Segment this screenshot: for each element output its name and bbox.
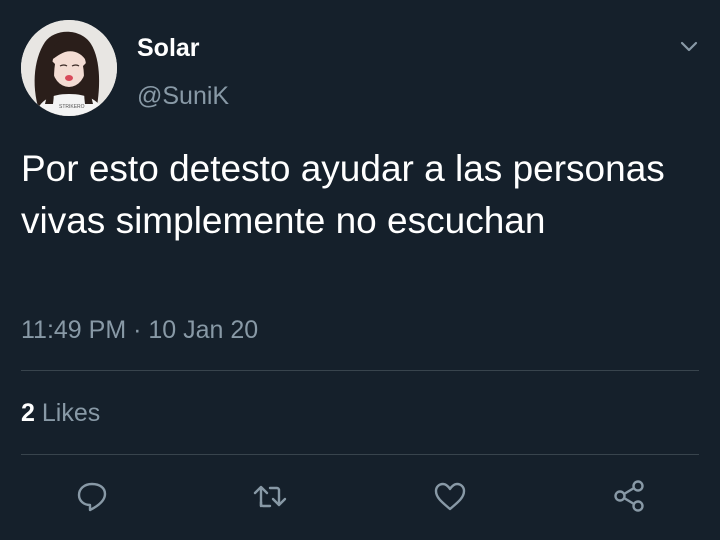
likes-label: Likes [41,399,101,427]
share-icon [614,480,644,512]
share-button[interactable] [610,476,650,516]
divider [21,370,699,371]
display-name[interactable]: Solar [137,32,200,64]
reply-icon [77,482,107,512]
like-icon [434,482,466,511]
tweet-timestamp[interactable]: 11:49 PM · 10 Jan 20 [21,313,258,347]
user-handle[interactable]: @SuniK [137,80,229,112]
chevron-down-icon[interactable] [676,34,702,60]
retweet-icon [253,485,287,508]
like-button[interactable] [430,476,470,516]
avatar-shirt-text: STRIKERO [59,104,85,110]
avatar-photo: STRIKERO [21,20,117,116]
avatar[interactable]: STRIKERO [21,20,117,116]
likes-count: 2 [21,399,35,427]
tweet-text: Por esto detesto ayudar a las personas v… [21,148,665,241]
likes-stat[interactable]: 2 Likes [21,396,100,430]
divider [21,454,699,455]
retweet-button[interactable] [250,476,290,516]
reply-button[interactable] [72,476,112,516]
